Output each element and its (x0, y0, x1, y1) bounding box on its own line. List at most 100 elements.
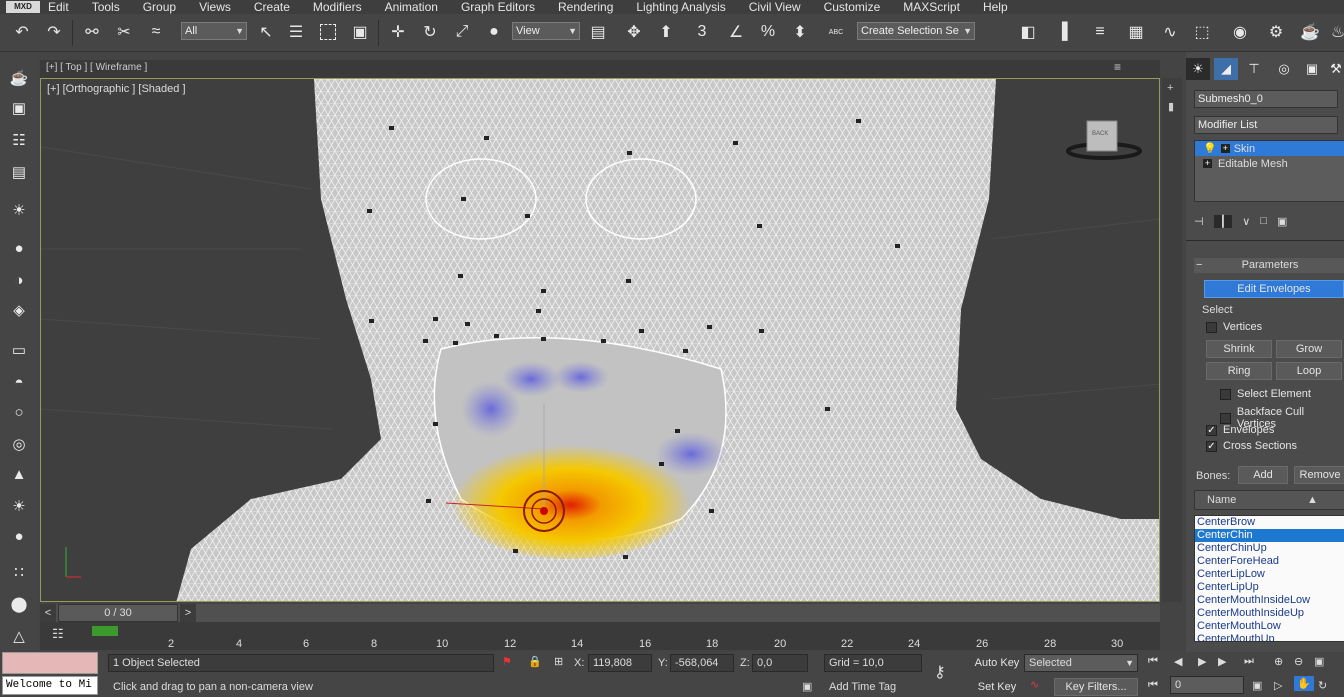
isolate-icon[interactable]: ⚑ (502, 655, 512, 668)
modify-tab-icon[interactable]: ◢ (1214, 58, 1238, 80)
motion-tab-icon[interactable]: ◎ (1272, 58, 1296, 80)
render-setup-icon[interactable]: ⚙ (1264, 20, 1288, 44)
bone-item-selected[interactable]: CenterChin (1195, 529, 1344, 542)
render-camera-icon[interactable]: ◈ (6, 298, 32, 322)
collapse-icon[interactable]: − (1196, 258, 1202, 273)
time-prev-icon[interactable]: < (40, 604, 56, 622)
sphere-icon[interactable]: ○ (6, 400, 32, 424)
configure-sets-icon[interactable]: ▣ (1277, 215, 1287, 228)
teapot-icon[interactable]: ☕ (6, 66, 32, 90)
keyboard-shortcut-override-icon[interactable]: ⬆ (654, 20, 678, 44)
bone-item[interactable]: CenterMouthInsideUp (1195, 607, 1344, 620)
undo-icon[interactable]: ↶ (10, 20, 34, 44)
bone-item[interactable]: CenterLipLow (1195, 568, 1344, 581)
bones-list[interactable]: CenterBrow CenterChin CenterChinUp Cente… (1194, 515, 1344, 642)
menu-graph-editors[interactable]: Graph Editors (461, 0, 535, 14)
field-of-view-icon[interactable]: ▷ (1274, 679, 1282, 692)
menu-help[interactable]: Help (983, 0, 1008, 14)
key-curve-icon[interactable]: ∿ (1030, 678, 1039, 691)
top-viewport-label[interactable]: [+] [ Top ] [ Wireframe ] (46, 62, 147, 73)
select-object-icon[interactable]: ↖ (254, 20, 278, 44)
display-tab-icon[interactable]: ▣ (1300, 58, 1324, 80)
remove-bone-button[interactable]: Remove (1294, 466, 1344, 484)
align-icon[interactable]: ▐ (1050, 20, 1074, 44)
key-mode-icon[interactable]: ⏮ (1148, 679, 1158, 692)
add-time-tag[interactable]: Add Time Tag (824, 678, 922, 696)
zoom-all-icon[interactable]: ⊖ (1294, 655, 1303, 668)
pyramid-icon[interactable]: △ (6, 624, 32, 648)
selection-filter-dropdown[interactable]: All ▼ (181, 22, 247, 40)
add-bone-button[interactable]: Add (1238, 466, 1288, 484)
ring-button[interactable]: Ring (1206, 362, 1272, 380)
z-coordinate-field[interactable]: 0,0 (752, 654, 808, 672)
vertices-checkbox[interactable]: Vertices (1206, 321, 1262, 333)
previous-frame-icon[interactable]: ◀ (1174, 655, 1182, 668)
next-frame-icon[interactable]: ▶ (1218, 655, 1226, 668)
show-end-result-icon[interactable]: ┃ (1213, 214, 1233, 228)
perspective-viewport[interactable]: [+] [Orthographic ] [Shaded ] BACK (40, 78, 1160, 602)
pin-stack-icon[interactable]: ⊣ (1194, 215, 1204, 228)
table-icon[interactable]: ▤ (6, 160, 32, 184)
angle-snap-icon[interactable]: ∠ (724, 20, 748, 44)
window-crossing-icon[interactable]: ▣ (348, 20, 372, 44)
menu-animation[interactable]: Animation (385, 0, 438, 14)
remove-modifier-icon[interactable]: □ (1260, 215, 1267, 227)
time-next-icon[interactable]: > (180, 604, 196, 622)
check-icon[interactable]: ✓ (1206, 440, 1217, 452)
utilities-tab-icon[interactable]: ⚒ (1324, 58, 1344, 80)
create-tab-icon[interactable]: ☀ (1186, 58, 1210, 80)
geosphere-icon[interactable]: ◎ (6, 432, 32, 456)
y-coordinate-field[interactable]: -568,064 (670, 654, 734, 672)
shrink-button[interactable]: Shrink (1206, 340, 1272, 358)
box-icon[interactable]: ▭ (6, 338, 32, 362)
auto-key-button[interactable]: Auto Key (972, 654, 1022, 672)
lightbulb-icon[interactable]: 💡 (1203, 142, 1217, 155)
redo-icon[interactable]: ↷ (42, 20, 66, 44)
make-unique-icon[interactable]: ∨ (1242, 215, 1250, 228)
grow-button[interactable]: Grow (1276, 340, 1342, 358)
time-configuration-icon[interactable]: ▣ (1252, 679, 1262, 692)
render-frame-icon[interactable]: ☕ (1298, 20, 1322, 44)
pan-view-icon[interactable]: ✋ (1294, 676, 1314, 691)
menu-create[interactable]: Create (254, 0, 290, 14)
pivot-center-icon[interactable]: ▤ (586, 20, 610, 44)
key-filters-button[interactable]: Key Filters... (1054, 678, 1138, 696)
snaps-toggle-icon[interactable]: 3 (690, 20, 714, 44)
object-name-field[interactable]: Submesh0_0 (1194, 90, 1338, 108)
set-key-button[interactable]: Set Key (972, 678, 1022, 696)
viewport-controls-icon[interactable]: ≡ (1114, 60, 1121, 74)
viewcube[interactable] (1066, 120, 1142, 160)
modifier-list-dropdown[interactable]: Modifier List (1194, 116, 1338, 134)
menu-rendering[interactable]: Rendering (558, 0, 613, 14)
place-icon[interactable]: ● (482, 20, 506, 44)
current-frame-marker[interactable] (92, 626, 118, 636)
time-slider-thumb[interactable]: 0 / 30 (58, 604, 178, 622)
plus-icon[interactable]: + (1167, 82, 1173, 94)
current-frame-field[interactable]: 0 (1170, 676, 1244, 694)
time-slider[interactable]: < 0 / 30 > (40, 604, 1160, 622)
menu-civil-view[interactable]: Civil View (749, 0, 801, 14)
track-bar[interactable]: ☷ 2 4 6 8 10 12 14 16 18 20 22 24 26 28 … (40, 622, 1160, 650)
disc-icon[interactable]: ● (6, 524, 32, 548)
key-set-dropdown[interactable]: Selected ▼ (1024, 654, 1138, 672)
select-manipulate-icon[interactable]: ✥ (622, 20, 646, 44)
checkbox-box[interactable] (1220, 412, 1231, 424)
zoom-extents-icon[interactable]: ▣ (1314, 655, 1324, 668)
checkbox-box[interactable] (1220, 388, 1231, 400)
loop-button[interactable]: Loop (1276, 362, 1342, 380)
camera-icon[interactable]: ● (6, 236, 32, 260)
cross-sections-checkbox[interactable]: ✓ Cross Sections (1206, 440, 1297, 452)
bone-item[interactable]: CenterForeHead (1195, 555, 1344, 568)
main-viewport-label[interactable]: [+] [Orthographic ] [Shaded ] (47, 83, 186, 95)
menu-tools[interactable]: Tools (92, 0, 120, 14)
scene-explorer-icon[interactable]: ▦ (1124, 20, 1148, 44)
maxscript-listener-input[interactable]: Welcome to Mi (2, 676, 98, 695)
schematic-view-icon[interactable]: ⬚ (1190, 20, 1214, 44)
play-icon[interactable]: ▶ (1198, 655, 1206, 668)
menu-group[interactable]: Group (143, 0, 176, 14)
mirror-icon[interactable]: ◧ (1016, 20, 1040, 44)
bone-item[interactable]: CenterChinUp (1195, 542, 1344, 555)
select-element-checkbox[interactable]: Select Element (1220, 388, 1311, 400)
reference-coordinate-dropdown[interactable]: View ▼ (512, 22, 580, 40)
selection-lock-icon[interactable]: 🔒 (528, 655, 542, 668)
